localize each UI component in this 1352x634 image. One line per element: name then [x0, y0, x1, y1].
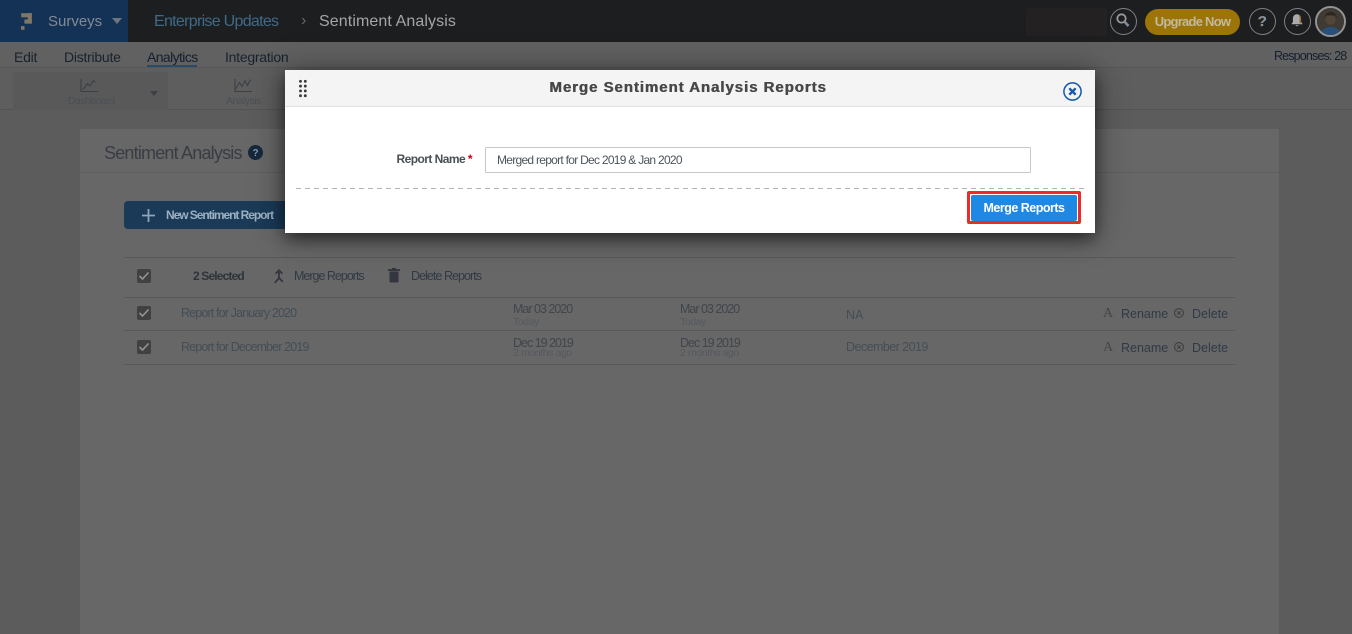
svg-text:?: ?: [252, 148, 258, 159]
